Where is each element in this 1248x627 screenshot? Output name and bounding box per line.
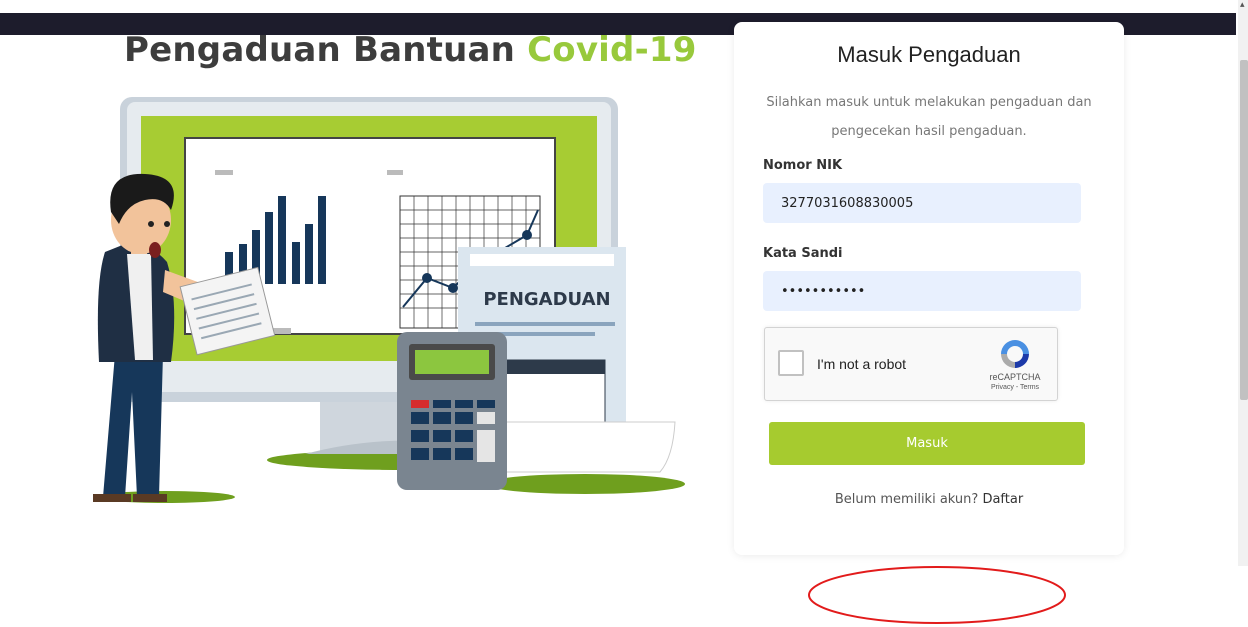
login-title: Masuk Pengaduan: [837, 42, 1021, 67]
nik-input[interactable]: [763, 183, 1081, 223]
register-link[interactable]: Daftar: [982, 492, 1023, 507]
password-label: Kata Sandi: [763, 246, 843, 261]
hero-title-main: Pengaduan Bantuan: [124, 30, 528, 70]
login-card: Masuk Pengaduan Silahkan masuk untuk mel…: [734, 22, 1124, 555]
hero-title: Pengaduan Bantuan Covid-19: [124, 30, 697, 70]
hero-title-accent: Covid-19: [527, 30, 697, 70]
captcha-privacy-terms-link[interactable]: Privacy - Terms: [979, 384, 1051, 391]
complaint-illustration: PENGADUAN: [93, 97, 685, 503]
login-description: Silahkan masuk untuk melakukan pengaduan…: [766, 95, 1092, 139]
submit-button[interactable]: Masuk: [769, 422, 1085, 465]
register-prompt: Belum memiliki akun? Daftar: [734, 492, 1124, 507]
password-input[interactable]: [763, 271, 1081, 311]
recaptcha-logo-icon: [1001, 340, 1029, 368]
nik-label: Nomor NIK: [763, 158, 843, 173]
scrollbar-bottom: [1238, 566, 1248, 621]
captcha-checkbox[interactable]: [778, 350, 804, 376]
captcha-brand: reCAPTCHA: [989, 372, 1041, 382]
scrollbar-thumb[interactable]: [1240, 60, 1248, 400]
complaint-sign-text: PENGADUAN: [483, 289, 610, 310]
recaptcha-widget: I'm not a robot reCAPTCHA Privacy - Term…: [764, 327, 1058, 401]
captcha-label: I'm not a robot: [817, 356, 907, 372]
annotation-ellipse: [808, 566, 1066, 624]
register-prompt-text: Belum memiliki akun?: [834, 492, 983, 507]
scroll-up-arrow-icon[interactable]: ▴: [1240, 0, 1245, 10]
